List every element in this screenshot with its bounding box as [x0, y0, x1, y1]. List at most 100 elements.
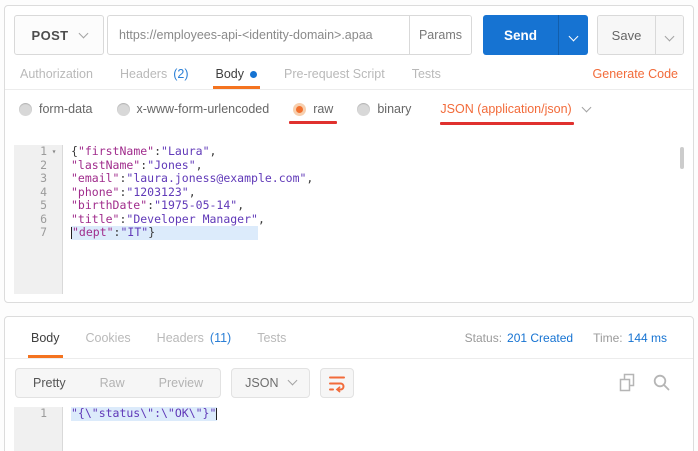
code-text: "lastName": "Jones", — [71, 157, 203, 172]
chevron-down-icon — [568, 31, 579, 41]
code-text: "birthDate": "1975-05-14", — [71, 198, 245, 212]
response-time: Time: 144 ms — [593, 330, 667, 345]
content-type-select[interactable]: JSON (application/json) — [440, 102, 592, 125]
tab-label: Authorization — [20, 67, 93, 81]
line-number: 4 — [40, 184, 47, 199]
code-text: "phone": "1203123", — [71, 184, 196, 199]
radio-icon — [357, 102, 371, 116]
format-label: JSON — [245, 375, 279, 390]
wrap-lines-button[interactable] — [320, 367, 355, 398]
tab-label: Body — [31, 330, 60, 345]
body-type-option-raw[interactable]: raw — [289, 102, 338, 124]
url-row: POST Params Send Save — [5, 6, 693, 55]
selection-highlight: "{\"status\":\"OK\"}" — [71, 407, 218, 421]
line-number: 1 ▾ — [14, 145, 62, 159]
response-tab-headers[interactable]: Headers (11) — [157, 317, 232, 358]
body-type-label: form-data — [39, 102, 93, 116]
copy-button[interactable] — [618, 373, 637, 392]
annotation-underline — [440, 122, 574, 125]
editor-line: 1 ▾ {"firstName": "Laura", — [14, 145, 685, 159]
body-type-options-list: form-data x-www-form-urlencoded raw binary — [19, 102, 411, 124]
line-number: 3 — [40, 171, 47, 185]
request-panel: POST Params Send Save Aut — [4, 5, 694, 303]
fold-arrow-icon[interactable]: ▾ — [47, 145, 61, 159]
response-tab-tests[interactable]: Tests — [257, 317, 286, 358]
chevron-down-icon — [288, 375, 298, 386]
tab-headers[interactable]: Headers (2) — [120, 59, 189, 89]
save-split-button: Save — [597, 15, 684, 55]
tab-label: Tests — [257, 330, 287, 345]
url-input[interactable] — [108, 16, 409, 54]
send-dropdown-button[interactable] — [558, 15, 588, 55]
response-tab-body[interactable]: Body — [28, 317, 62, 358]
tab-label: Tests — [411, 67, 441, 81]
body-type-label: x-www-form-urlencoded — [136, 102, 270, 116]
code-text: "dept": "IT"} — [62, 225, 258, 240]
line-number: 5 — [40, 198, 47, 212]
editor-line: 5 "birthDate": "1975-05-14", — [14, 198, 685, 213]
view-mode-group: Pretty Raw Preview — [15, 367, 222, 398]
send-button[interactable]: Send — [483, 15, 558, 55]
code-text: "email": "laura.joness@example.com", — [71, 171, 314, 185]
method-label: POST — [31, 27, 69, 43]
tab-tests[interactable]: Tests — [412, 59, 441, 89]
request-tabs: Authorization Headers (2) Body Pre-reque… — [5, 59, 693, 90]
radio-icon — [116, 102, 130, 116]
body-type-option-binary[interactable]: binary — [357, 102, 411, 116]
response-body-editor[interactable]: 1 "{\"status\":\"OK\"}" — [14, 407, 685, 451]
line-number: 1 — [40, 407, 47, 420]
chevron-down-icon — [664, 31, 675, 41]
send-split-button: Send — [483, 15, 588, 55]
response-tabs: Body Cookies Headers (11) Tests Status: … — [5, 317, 693, 359]
wrap-lines-icon — [329, 376, 346, 392]
request-body-editor[interactable]: 1 ▾ {"firstName": "Laura", 2 "lastName": "Jone… — [14, 145, 685, 294]
body-type-row: form-data x-www-form-urlencoded raw binary … — [5, 90, 693, 128]
status-code: Status: 201 Created — [464, 330, 574, 345]
tab-label: Cookies — [85, 330, 131, 345]
selection-highlight: "dept": "IT"} — [71, 225, 258, 240]
body-type-label: raw — [313, 102, 334, 116]
view-mode-raw[interactable]: Raw — [83, 376, 142, 390]
save-dropdown-button[interactable] — [655, 16, 683, 54]
annotation-underline — [289, 121, 338, 124]
response-panel: Body Cookies Headers (11) Tests Status: … — [4, 316, 694, 451]
editor-line: 6 "title": "Developer Manager", — [14, 211, 685, 227]
body-type-option-form-data[interactable]: form-data — [19, 102, 93, 116]
chevron-down-icon — [581, 102, 592, 112]
code-text: {"firstName": "Laura", — [71, 145, 217, 158]
view-mode-pretty[interactable]: Pretty — [16, 376, 83, 390]
editor-line: 7 "dept": "IT"} — [14, 225, 685, 240]
code-text: "{\"status\":\"OK\"}" — [62, 407, 218, 421]
response-toolbar-icons — [618, 373, 671, 392]
body-type-option-x-www-form-urlencoded[interactable]: x-www-form-urlencoded — [116, 102, 270, 116]
unsaved-dot-icon — [250, 70, 257, 78]
status-value: 201 Created — [507, 330, 574, 345]
headers-count-badge: (11) — [209, 330, 232, 345]
line-number: 2 — [40, 157, 47, 172]
postman-app: POST Params Send Save Aut — [0, 0, 698, 451]
tab-authorization[interactable]: Authorization — [20, 59, 93, 89]
tab-label: Pre-request Script — [284, 67, 385, 81]
radio-icon — [293, 102, 307, 116]
response-toolbar: Pretty Raw Preview JSON — [5, 359, 693, 406]
view-mode-preview[interactable]: Preview — [142, 376, 220, 390]
time-value: 144 ms — [627, 330, 667, 345]
method-select[interactable]: POST — [14, 15, 104, 55]
tab-label: Headers — [156, 330, 204, 345]
editor-line: 1 "{\"status\":\"OK\"}" — [14, 407, 685, 421]
tab-body[interactable]: Body — [212, 59, 260, 89]
chevron-down-icon — [78, 28, 88, 38]
editor-line: 3 "email": "laura.joness@example.com", — [14, 171, 685, 186]
editor-line: 4 "phone": "1203123", — [14, 184, 685, 200]
params-button[interactable]: Params — [409, 16, 471, 54]
headers-count-badge: (2) — [173, 67, 189, 81]
response-format-select[interactable]: JSON — [231, 367, 311, 398]
tab-label: Body — [215, 67, 245, 81]
save-button[interactable]: Save — [598, 16, 655, 54]
response-tab-cookies[interactable]: Cookies — [86, 317, 131, 358]
tab-pre-request-script[interactable]: Pre-request Script — [284, 59, 385, 89]
search-button[interactable] — [652, 373, 671, 392]
line-number: 6 — [40, 211, 47, 226]
generate-code-link[interactable]: Generate Code — [593, 59, 678, 89]
tab-label: Headers — [119, 67, 168, 81]
